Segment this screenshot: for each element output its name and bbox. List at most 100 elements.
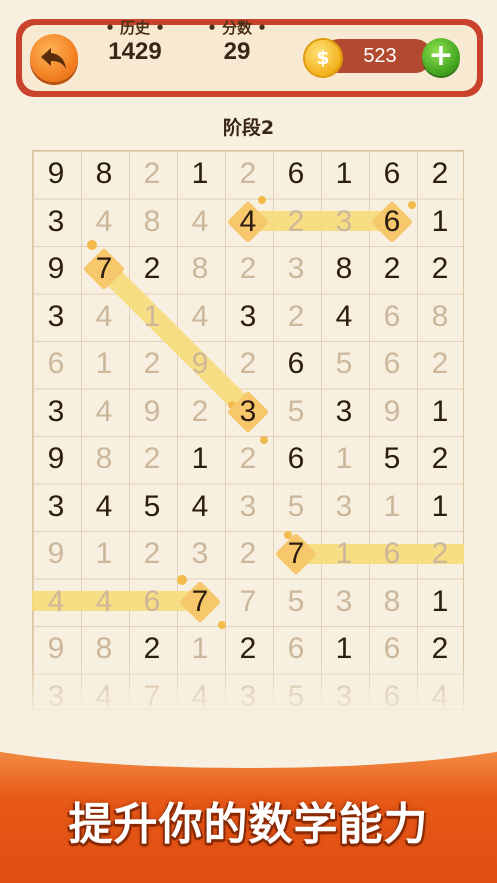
- board-cell[interactable]: 3: [176, 530, 224, 578]
- board-cell[interactable]: 4: [176, 293, 224, 341]
- board-cell[interactable]: 7: [224, 578, 272, 626]
- board-cell[interactable]: 1: [128, 293, 176, 341]
- board-cell[interactable]: 1: [176, 150, 224, 198]
- board-cell[interactable]: 3: [32, 388, 80, 436]
- board-cell[interactable]: 2: [128, 530, 176, 578]
- board-cell[interactable]: 1: [320, 435, 368, 483]
- board-cell[interactable]: 4: [80, 198, 128, 246]
- cell-digit: 3: [287, 252, 305, 285]
- board-cell[interactable]: 4: [80, 293, 128, 341]
- board-cell[interactable]: 5: [272, 578, 320, 626]
- board-cell[interactable]: 2: [224, 150, 272, 198]
- board-cell[interactable]: 1: [320, 150, 368, 198]
- back-button[interactable]: [30, 34, 78, 82]
- board-cell[interactable]: 2: [224, 530, 272, 578]
- board-cell[interactable]: 8: [368, 578, 416, 626]
- board-cell[interactable]: 3: [224, 483, 272, 531]
- board-cell[interactable]: 9: [368, 388, 416, 436]
- cell-digit: 5: [287, 394, 305, 428]
- board-cell[interactable]: 2: [128, 340, 176, 388]
- board-cell[interactable]: 6: [272, 340, 320, 388]
- board-cell[interactable]: 3: [320, 388, 368, 436]
- board-cell[interactable]: 6: [368, 530, 416, 578]
- board-cell[interactable]: 8: [128, 198, 176, 246]
- selected-cell[interactable]: 4: [224, 198, 272, 246]
- cell-digit: 2: [431, 347, 449, 380]
- board-cell[interactable]: 2: [128, 150, 176, 198]
- board-cell[interactable]: 5: [128, 483, 176, 531]
- selected-cell[interactable]: 7: [80, 245, 128, 293]
- board-cell[interactable]: 1: [176, 435, 224, 483]
- board-cell[interactable]: 1: [368, 483, 416, 531]
- board-cell[interactable]: 2: [128, 245, 176, 293]
- board-cell[interactable]: 2: [272, 198, 320, 246]
- board-cell[interactable]: 4: [80, 483, 128, 531]
- board-cell[interactable]: 9: [32, 150, 80, 198]
- board-cell[interactable]: 3: [272, 245, 320, 293]
- board-cell[interactable]: 2: [272, 293, 320, 341]
- board-cell[interactable]: 4: [176, 198, 224, 246]
- board-cell[interactable]: 8: [80, 435, 128, 483]
- selected-cell[interactable]: 6: [368, 198, 416, 246]
- board-cell[interactable]: 2: [416, 530, 464, 578]
- add-coins-button[interactable]: +: [422, 38, 460, 76]
- cell-digit: 2: [239, 252, 257, 285]
- board-cell[interactable]: 2: [416, 435, 464, 483]
- board-cell[interactable]: 8: [320, 245, 368, 293]
- board-cell[interactable]: 5: [272, 483, 320, 531]
- board-cell[interactable]: 5: [320, 340, 368, 388]
- board-cell[interactable]: 2: [368, 245, 416, 293]
- cell-digit: 2: [287, 204, 305, 238]
- board-cell[interactable]: 2: [128, 435, 176, 483]
- board-cell[interactable]: 9: [32, 245, 80, 293]
- board-cell[interactable]: 1: [80, 530, 128, 578]
- board-cell[interactable]: 3: [32, 483, 80, 531]
- board-cell[interactable]: 3: [224, 293, 272, 341]
- board-cell[interactable]: 6: [272, 435, 320, 483]
- selected-cell[interactable]: 3: [224, 388, 272, 436]
- board-cell[interactable]: 1: [80, 340, 128, 388]
- cell-digit: 2: [143, 157, 161, 190]
- board-cell[interactable]: 2: [416, 150, 464, 198]
- board-cell[interactable]: 9: [32, 435, 80, 483]
- board-cell[interactable]: 1: [320, 530, 368, 578]
- board-cell[interactable]: 1: [416, 198, 464, 246]
- board-cell[interactable]: 4: [176, 483, 224, 531]
- board-cell[interactable]: 3: [32, 198, 80, 246]
- selected-cell[interactable]: 7: [272, 530, 320, 578]
- board-cell[interactable]: 9: [32, 530, 80, 578]
- board-cell[interactable]: 4: [80, 578, 128, 626]
- board-cell[interactable]: 6: [272, 150, 320, 198]
- board-cell[interactable]: 4: [320, 293, 368, 341]
- board-cell[interactable]: 3: [32, 293, 80, 341]
- board-cell[interactable]: 6: [128, 578, 176, 626]
- board-cell[interactable]: 1: [416, 388, 464, 436]
- board-cell[interactable]: 2: [224, 435, 272, 483]
- board-cell[interactable]: 1: [416, 578, 464, 626]
- board-cell[interactable]: 9: [128, 388, 176, 436]
- board-cell[interactable]: 5: [272, 388, 320, 436]
- board-cell[interactable]: 2: [416, 245, 464, 293]
- board-cell[interactable]: 2: [224, 340, 272, 388]
- board-cell[interactable]: 2: [176, 388, 224, 436]
- board-cell[interactable]: 3: [320, 198, 368, 246]
- board-cell[interactable]: 8: [416, 293, 464, 341]
- board-cell[interactable]: 3: [320, 483, 368, 531]
- board-cell[interactable]: 6: [368, 293, 416, 341]
- board-cell[interactable]: 9: [176, 340, 224, 388]
- board-cell[interactable]: 5: [368, 435, 416, 483]
- board-cell[interactable]: 2: [224, 245, 272, 293]
- board-cell[interactable]: 2: [416, 340, 464, 388]
- board-cell[interactable]: 8: [176, 245, 224, 293]
- board-cell[interactable]: 1: [416, 483, 464, 531]
- board-cell[interactable]: 6: [368, 150, 416, 198]
- board-fade: [0, 660, 497, 720]
- board-cell[interactable]: 6: [32, 340, 80, 388]
- selected-cell[interactable]: 7: [176, 578, 224, 626]
- board-cell[interactable]: 8: [80, 150, 128, 198]
- board-cell[interactable]: 4: [32, 578, 80, 626]
- cell-digit: 2: [143, 252, 161, 285]
- board-cell[interactable]: 3: [320, 578, 368, 626]
- board-cell[interactable]: 4: [80, 388, 128, 436]
- board-cell[interactable]: 6: [368, 340, 416, 388]
